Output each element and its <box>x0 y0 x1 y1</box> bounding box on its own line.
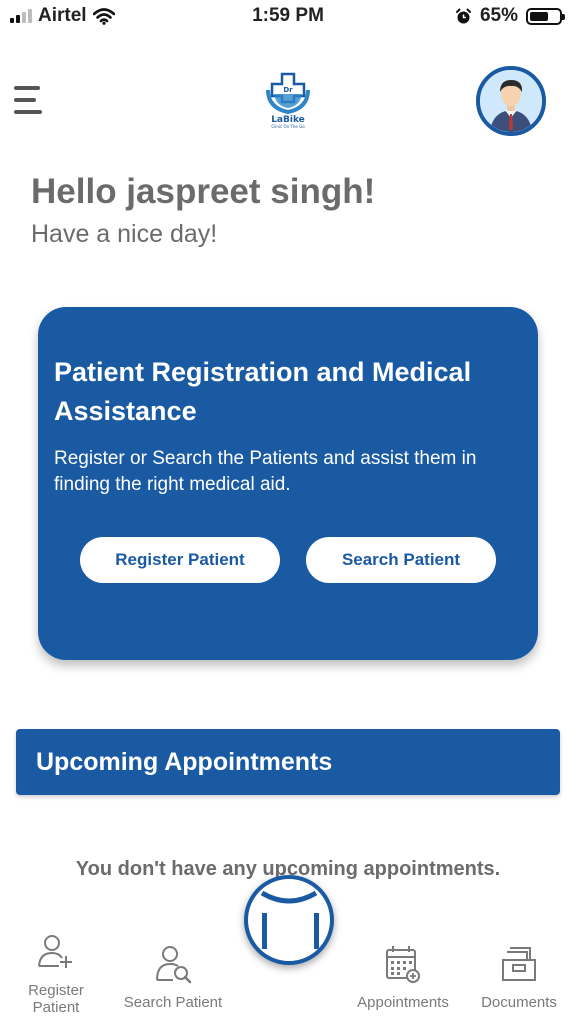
greeting-subtitle: Have a nice day! <box>31 220 218 248</box>
card-title: Patient Registration and Medical Assista… <box>54 357 472 426</box>
nav-appointments-label: Appointments <box>357 994 449 1011</box>
person-icon <box>480 70 542 132</box>
nav-search-label: Search Patient <box>123 994 223 1011</box>
battery-fill <box>530 11 549 21</box>
logo-tagline: Clinic On The Go <box>271 124 305 129</box>
status-bar: Airtel 1:59 PM 65% <box>0 0 576 34</box>
calendar-icon <box>386 946 420 983</box>
battery-percent: 65% <box>479 5 518 26</box>
search-patient-button[interactable]: Search Patient <box>306 537 496 583</box>
logo-dr-text: Dr <box>283 86 293 94</box>
battery-icon <box>526 7 565 25</box>
register-patient-button[interactable]: Register Patient <box>80 537 280 583</box>
card-description: Register or Search the Patients and assi… <box>54 448 477 495</box>
greeting-title: Hello jaspreet singh! <box>31 172 376 211</box>
documents-icon <box>502 947 536 981</box>
center-action-icon <box>260 890 319 949</box>
nav-register-label-line1: Register <box>28 982 84 999</box>
app-logo: Dr LaBike Clinic On The Go <box>266 72 310 129</box>
nav-documents[interactable]: Documents <box>472 944 566 1011</box>
add-user-icon <box>38 935 72 968</box>
patient-registration-card: Patient Registration and Medical Assista… <box>38 307 538 660</box>
nav-search-patient[interactable]: Search Patient <box>110 944 236 1011</box>
upcoming-appointments-header: Upcoming Appointments <box>16 729 560 795</box>
hamburger-menu-icon[interactable] <box>14 84 44 116</box>
nav-documents-label: Documents <box>481 994 557 1011</box>
search-user-icon <box>156 946 192 984</box>
nav-register-patient[interactable]: Register Patient <box>18 934 94 1016</box>
status-bar-right: 65% <box>455 5 565 27</box>
nav-register-label-line2: Patient <box>32 999 80 1016</box>
upcoming-appointments-title: Upcoming Appointments <box>36 747 333 776</box>
alarm-icon <box>455 8 471 23</box>
nav-appointments[interactable]: Appointments <box>346 944 460 1011</box>
center-action-button[interactable] <box>244 875 334 965</box>
profile-avatar-icon[interactable] <box>476 66 546 136</box>
